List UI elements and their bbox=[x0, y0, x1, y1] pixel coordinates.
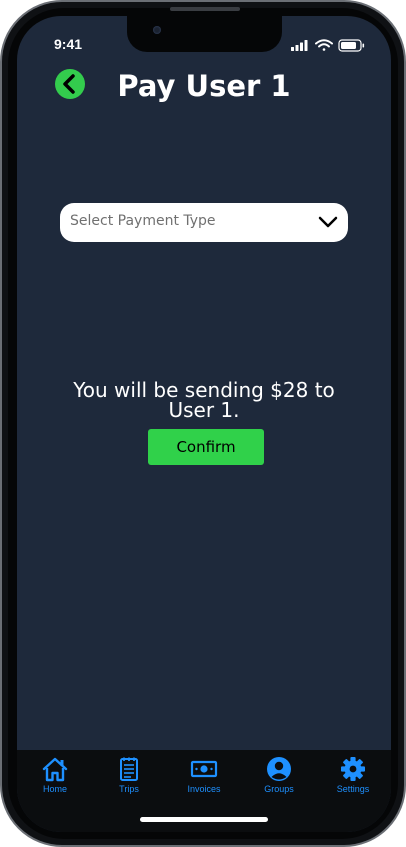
tab-invoices-label: Invoices bbox=[187, 784, 221, 794]
tab-home-label: Home bbox=[42, 784, 67, 794]
page-title: Pay User 1 bbox=[117, 69, 291, 103]
payment-type-placeholder: Select Payment Type bbox=[70, 213, 216, 229]
status-icons bbox=[291, 39, 365, 52]
tab-settings[interactable]: Settings bbox=[320, 756, 386, 800]
app-screen: 9:41 Pay User 1 Select Payment Type You … bbox=[17, 16, 391, 832]
tab-trips-label: Trips bbox=[119, 784, 139, 794]
confirm-button[interactable]: Confirm bbox=[148, 429, 264, 465]
chevron-down-icon bbox=[318, 216, 338, 228]
phone-frame: 9:41 Pay User 1 Select Payment Type You … bbox=[0, 0, 406, 847]
notepad-icon bbox=[120, 757, 138, 781]
tab-invoices[interactable]: Invoices bbox=[171, 756, 237, 800]
front-camera bbox=[153, 26, 161, 34]
tab-bar: Home Trips Invoices Groups Settings bbox=[17, 750, 391, 832]
home-icon bbox=[42, 757, 68, 782]
payment-type-select[interactable]: Select Payment Type bbox=[60, 203, 348, 242]
wifi-icon bbox=[315, 39, 333, 51]
tab-home[interactable]: Home bbox=[22, 756, 88, 800]
battery-icon bbox=[338, 39, 365, 52]
notch bbox=[127, 16, 282, 52]
user-circle-icon bbox=[267, 757, 291, 781]
status-time: 9:41 bbox=[54, 36, 83, 52]
tab-trips[interactable]: Trips bbox=[96, 756, 162, 800]
tab-groups-label: Groups bbox=[264, 784, 294, 794]
payment-message: You will be sending $28 to User 1. bbox=[73, 378, 335, 422]
home-indicator bbox=[140, 817, 268, 822]
tab-groups[interactable]: Groups bbox=[246, 756, 312, 800]
cash-icon bbox=[190, 760, 218, 778]
tab-settings-label: Settings bbox=[336, 784, 370, 794]
signal-icon bbox=[291, 40, 308, 51]
gear-icon bbox=[341, 757, 365, 781]
speaker-grille bbox=[170, 7, 240, 11]
